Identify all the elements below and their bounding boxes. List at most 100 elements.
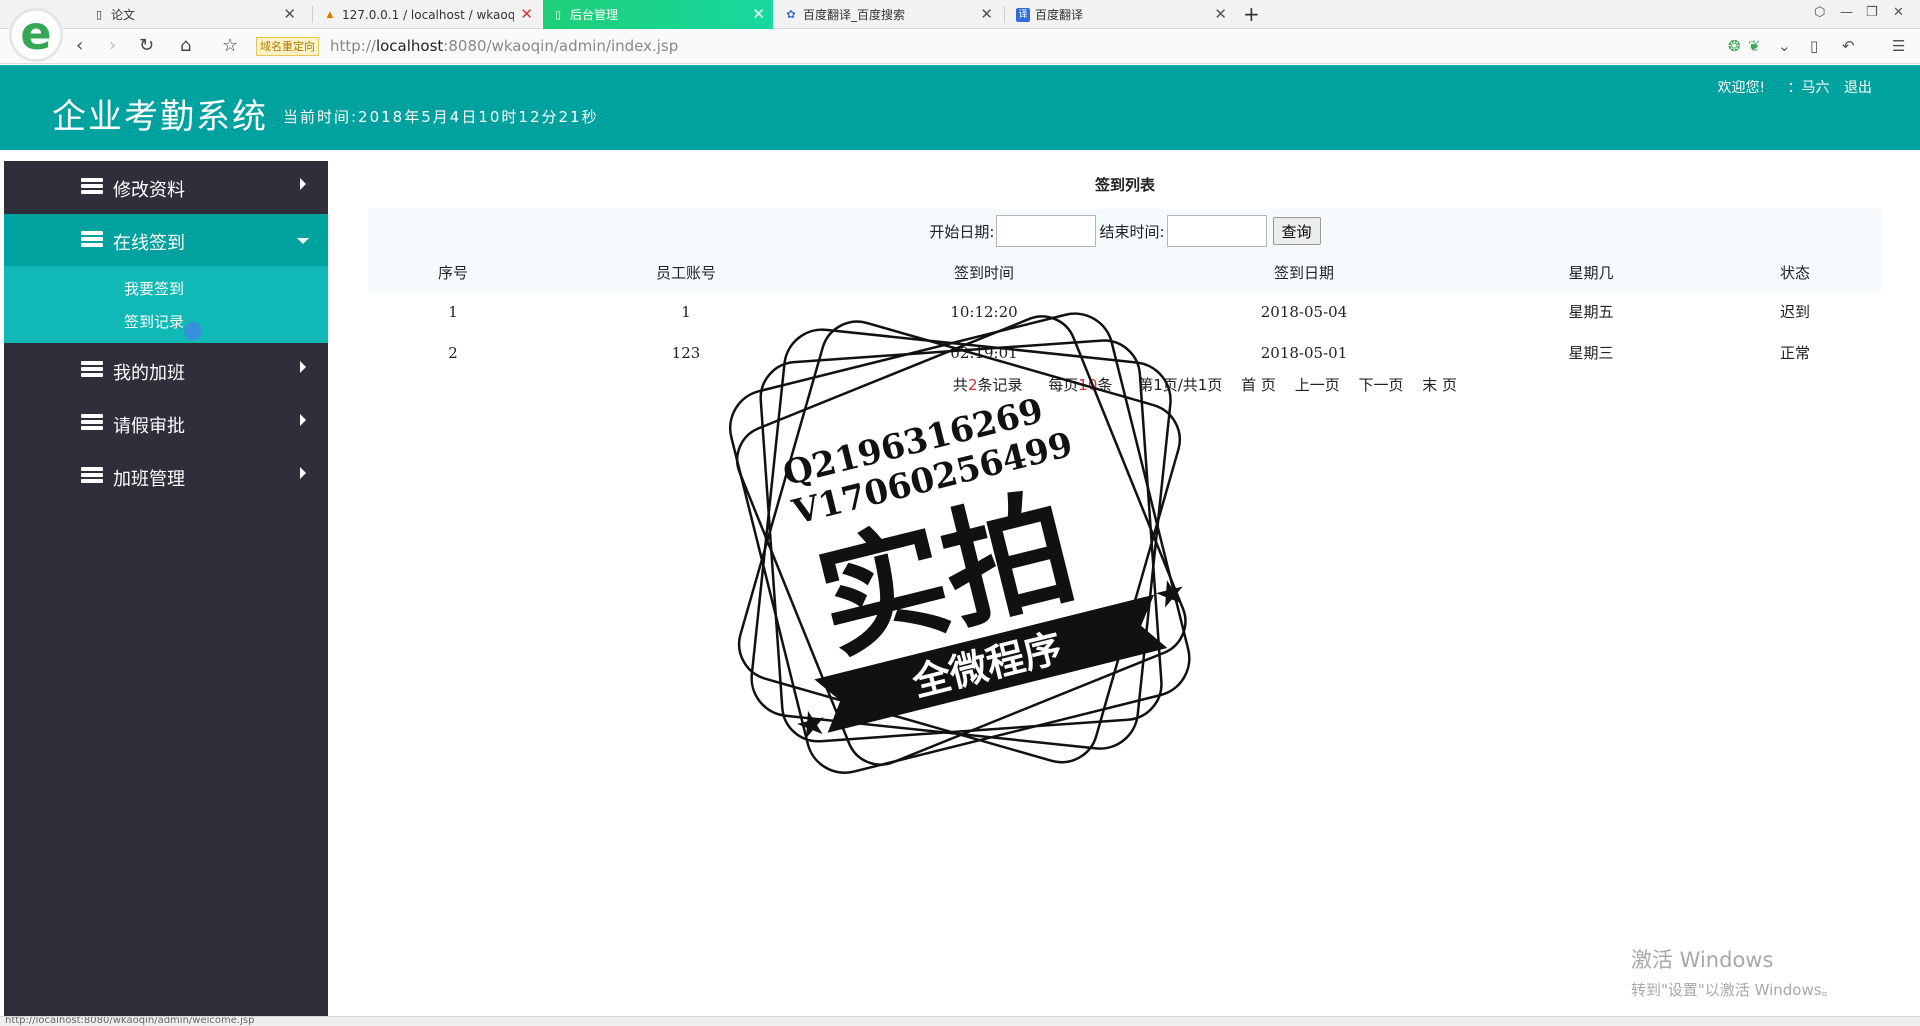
star-icon: ★ (791, 701, 832, 749)
end-date-input[interactable] (1166, 215, 1267, 247)
windows-activation-notice: 激活 Windows 转到"设置"以激活 Windows。 (1631, 944, 1837, 1000)
page-title: 签到列表 (1094, 176, 1155, 194)
stamp-line2: V17060256499 (788, 425, 1077, 533)
leaf-icon[interactable]: ❦ (1748, 37, 1761, 55)
stack-icon (81, 467, 103, 485)
close-icon[interactable]: ✕ (980, 6, 993, 22)
sidebar: 修改资料 在线签到 我要签到 签到记录 我的加班 请假审批 加班管理 (4, 161, 328, 1026)
extension-icon[interactable]: ❂ (1728, 37, 1741, 55)
stamp-ribbon (814, 594, 1168, 733)
sidebar-item-edit-profile[interactable]: 修改资料 (4, 161, 328, 213)
close-window-icon[interactable]: ✕ (1893, 5, 1904, 20)
search-form: 开始日期: 结束时间: 查询 (368, 209, 1882, 253)
back-icon[interactable]: ‹ (76, 36, 83, 56)
table-cell: 02:19:01 (950, 343, 1018, 362)
per-page-prefix: 每页 (1048, 376, 1079, 394)
first-page-link[interactable]: 首 页 (1241, 376, 1276, 394)
user-welcome: 欢迎您! ：马六 退出 (1707, 77, 1872, 97)
table-cell: 星期五 (1568, 303, 1614, 321)
minimize-icon[interactable]: — (1840, 5, 1853, 20)
skin-icon[interactable]: ⬡ (1814, 5, 1825, 20)
browser-logo[interactable]: e (9, 8, 63, 62)
chevron-down-icon (297, 238, 309, 244)
close-icon[interactable]: ✕ (752, 6, 765, 22)
sidebar-item-overtime-management[interactable]: 加班管理 (4, 450, 328, 502)
logout-link[interactable]: 退出 (1844, 80, 1872, 96)
column-header: 签到日期 (1134, 253, 1474, 291)
refresh-icon[interactable]: ↻ (139, 36, 154, 56)
per-page-count: 10 (1078, 376, 1098, 394)
forward-icon[interactable]: › (109, 36, 116, 56)
submenu-item-signin-records[interactable]: 签到记录 (124, 311, 184, 332)
undo-icon[interactable]: ↶ (1842, 37, 1855, 55)
close-icon[interactable]: ✕ (520, 6, 533, 22)
column-header: 星期几 (1474, 253, 1708, 291)
close-icon[interactable]: ✕ (1214, 6, 1227, 22)
menu-icon[interactable]: ☰ (1892, 37, 1905, 55)
url-path: :8080/wkaoqin/admin/index.jsp (443, 37, 679, 55)
browser-tab[interactable]: ✿ 百度翻译_百度搜索 ✕ (776, 0, 1001, 29)
column-header: 签到时间 (834, 253, 1134, 291)
start-date-label: 开始日期: (929, 222, 995, 241)
browser-tab[interactable]: ▲ 127.0.0.1 / localhost / wkaoqin ✕ (315, 0, 541, 29)
sidebar-item-label: 请假审批 (113, 416, 185, 437)
redirect-badge: 域名重定向 (256, 37, 319, 56)
column-header: 序号 (368, 253, 538, 291)
table-cell: 1 (681, 302, 691, 321)
end-date-label: 结束时间: (1099, 222, 1165, 241)
column-header: 员工账号 (538, 253, 834, 291)
start-date-input[interactable] (996, 215, 1097, 247)
star-icon: ★ (1150, 570, 1191, 618)
baidu-paw-icon: ✿ (786, 7, 796, 21)
sidebar-item-online-signin[interactable]: 在线签到 (4, 214, 328, 266)
stack-icon (81, 361, 103, 379)
table-row: 2 123 02:19:01 2018-05-01 星期三 正常 (368, 332, 1882, 373)
stamp-big-text: 实拍 (804, 473, 1088, 680)
stamp-ribbon-text: 全微程序 (907, 625, 1066, 705)
last-page-link[interactable]: 末 页 (1422, 376, 1457, 394)
next-page-link[interactable]: 下一页 (1358, 376, 1403, 394)
total-records: 共2条记录 (953, 376, 1023, 394)
status-url: http://localhost:8080/wkaoqin/admin/welc… (5, 1016, 255, 1026)
sidebar-item-label: 我的加班 (113, 363, 185, 384)
query-button[interactable]: 查询 (1272, 217, 1321, 245)
chevron-right-icon (300, 361, 306, 373)
table-header-row: 序号 员工账号 签到时间 签到日期 星期几 状态 (368, 253, 1882, 291)
app-title: 企业考勤系统 (52, 97, 268, 137)
table-cell: 2 (448, 343, 458, 362)
pagination: 共2条记录 每页10条 第1页/共1页 首 页 上一页 下一页 末 页 (368, 374, 1882, 395)
username: ：马六 (1787, 80, 1830, 96)
table-cell: 2018-05-01 (1260, 343, 1348, 362)
sidebar-item-label: 在线签到 (113, 233, 185, 254)
document-icon: ▯ (95, 7, 103, 21)
address-bar: ‹ › ↻ ⌂ ☆ 域名重定向 http://localhost:8080/wk… (0, 29, 1920, 64)
close-icon[interactable]: ✕ (283, 6, 296, 22)
url-prefix: http:// (330, 37, 376, 55)
browser-tab-active[interactable]: ▯ 后台管理 ✕ (543, 0, 773, 29)
submenu-signin: 我要签到 签到记录 (4, 266, 328, 343)
prev-page-link[interactable]: 上一页 (1295, 376, 1340, 394)
total-prefix: 共 (952, 376, 968, 394)
bookmark-star-icon[interactable]: ☆ (222, 36, 238, 56)
phone-icon[interactable]: ▯ (1810, 37, 1818, 55)
tab-label: 后台管理 (570, 8, 619, 22)
new-tab-icon[interactable]: + (1243, 2, 1260, 26)
stamp-content: Q2196316269 V17060256499 实拍 全微程序 ★ ★ (779, 391, 1191, 749)
table-cell: 2018-05-04 (1260, 302, 1348, 321)
sidebar-item-leave-approval[interactable]: 请假审批 (4, 397, 328, 449)
chevron-down-icon[interactable]: ⌄ (1778, 37, 1791, 55)
restore-icon[interactable]: ❐ (1866, 5, 1878, 20)
table-row: 1 1 10:12:20 2018-05-04 星期五 迟到 (368, 291, 1882, 332)
browser-tab[interactable]: ▯ 论文 ✕ (84, 0, 304, 29)
page-info: 第1页/共1页 (1138, 376, 1223, 394)
home-icon[interactable]: ⌂ (180, 36, 191, 56)
table-cell: 123 (671, 343, 701, 362)
submenu-item-do-signin[interactable]: 我要签到 (124, 278, 184, 299)
sidebar-item-my-overtime[interactable]: 我的加班 (4, 344, 328, 396)
per-page: 每页10条 (1048, 376, 1112, 394)
per-page-suffix: 条 (1097, 376, 1113, 394)
browser-tab[interactable]: 译 百度翻译 ✕ (1008, 0, 1235, 29)
table-cell: 星期三 (1568, 344, 1614, 362)
current-time: 当前时间:2018年5月4日10时12分21秒 (283, 108, 599, 126)
url-field[interactable]: http://localhost:8080/wkaoqin/admin/inde… (330, 37, 678, 55)
